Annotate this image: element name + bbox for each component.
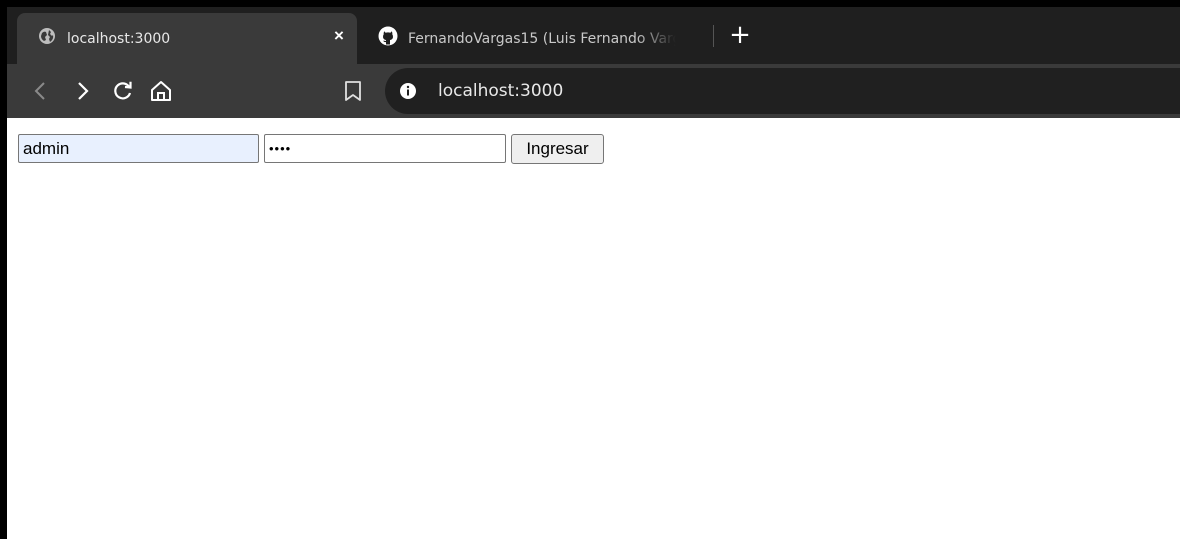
new-tab-button[interactable]: + bbox=[726, 21, 754, 49]
info-icon[interactable] bbox=[399, 82, 417, 100]
close-tab-button[interactable]: × bbox=[331, 27, 347, 44]
forward-icon[interactable] bbox=[69, 78, 95, 104]
browser-toolbar: localhost:3000 bbox=[7, 64, 1180, 118]
tab-github[interactable]: FernandoVargas15 (Luis Fernando Vargas) bbox=[368, 13, 708, 59]
tab-title: FernandoVargas15 (Luis Fernando Vargas) bbox=[408, 31, 676, 47]
github-icon bbox=[378, 26, 398, 46]
tab-localhost[interactable]: localhost:3000 × bbox=[17, 13, 357, 65]
username-input[interactable] bbox=[18, 134, 259, 163]
address-bar[interactable]: localhost:3000 bbox=[385, 68, 1180, 114]
page-viewport: Ingresar bbox=[7, 118, 1180, 539]
globe-icon bbox=[39, 28, 55, 44]
home-icon[interactable] bbox=[148, 78, 174, 104]
tab-strip: localhost:3000 × FernandoVargas15 (Luis … bbox=[7, 7, 1180, 65]
address-url: localhost:3000 bbox=[438, 81, 564, 101]
reload-icon[interactable] bbox=[110, 78, 136, 104]
bookmark-icon[interactable] bbox=[340, 78, 366, 104]
tab-separator bbox=[713, 25, 714, 47]
password-input[interactable] bbox=[264, 134, 506, 163]
tab-title: localhost:3000 bbox=[67, 31, 171, 47]
login-button[interactable]: Ingresar bbox=[511, 134, 604, 164]
back-icon[interactable] bbox=[28, 78, 54, 104]
